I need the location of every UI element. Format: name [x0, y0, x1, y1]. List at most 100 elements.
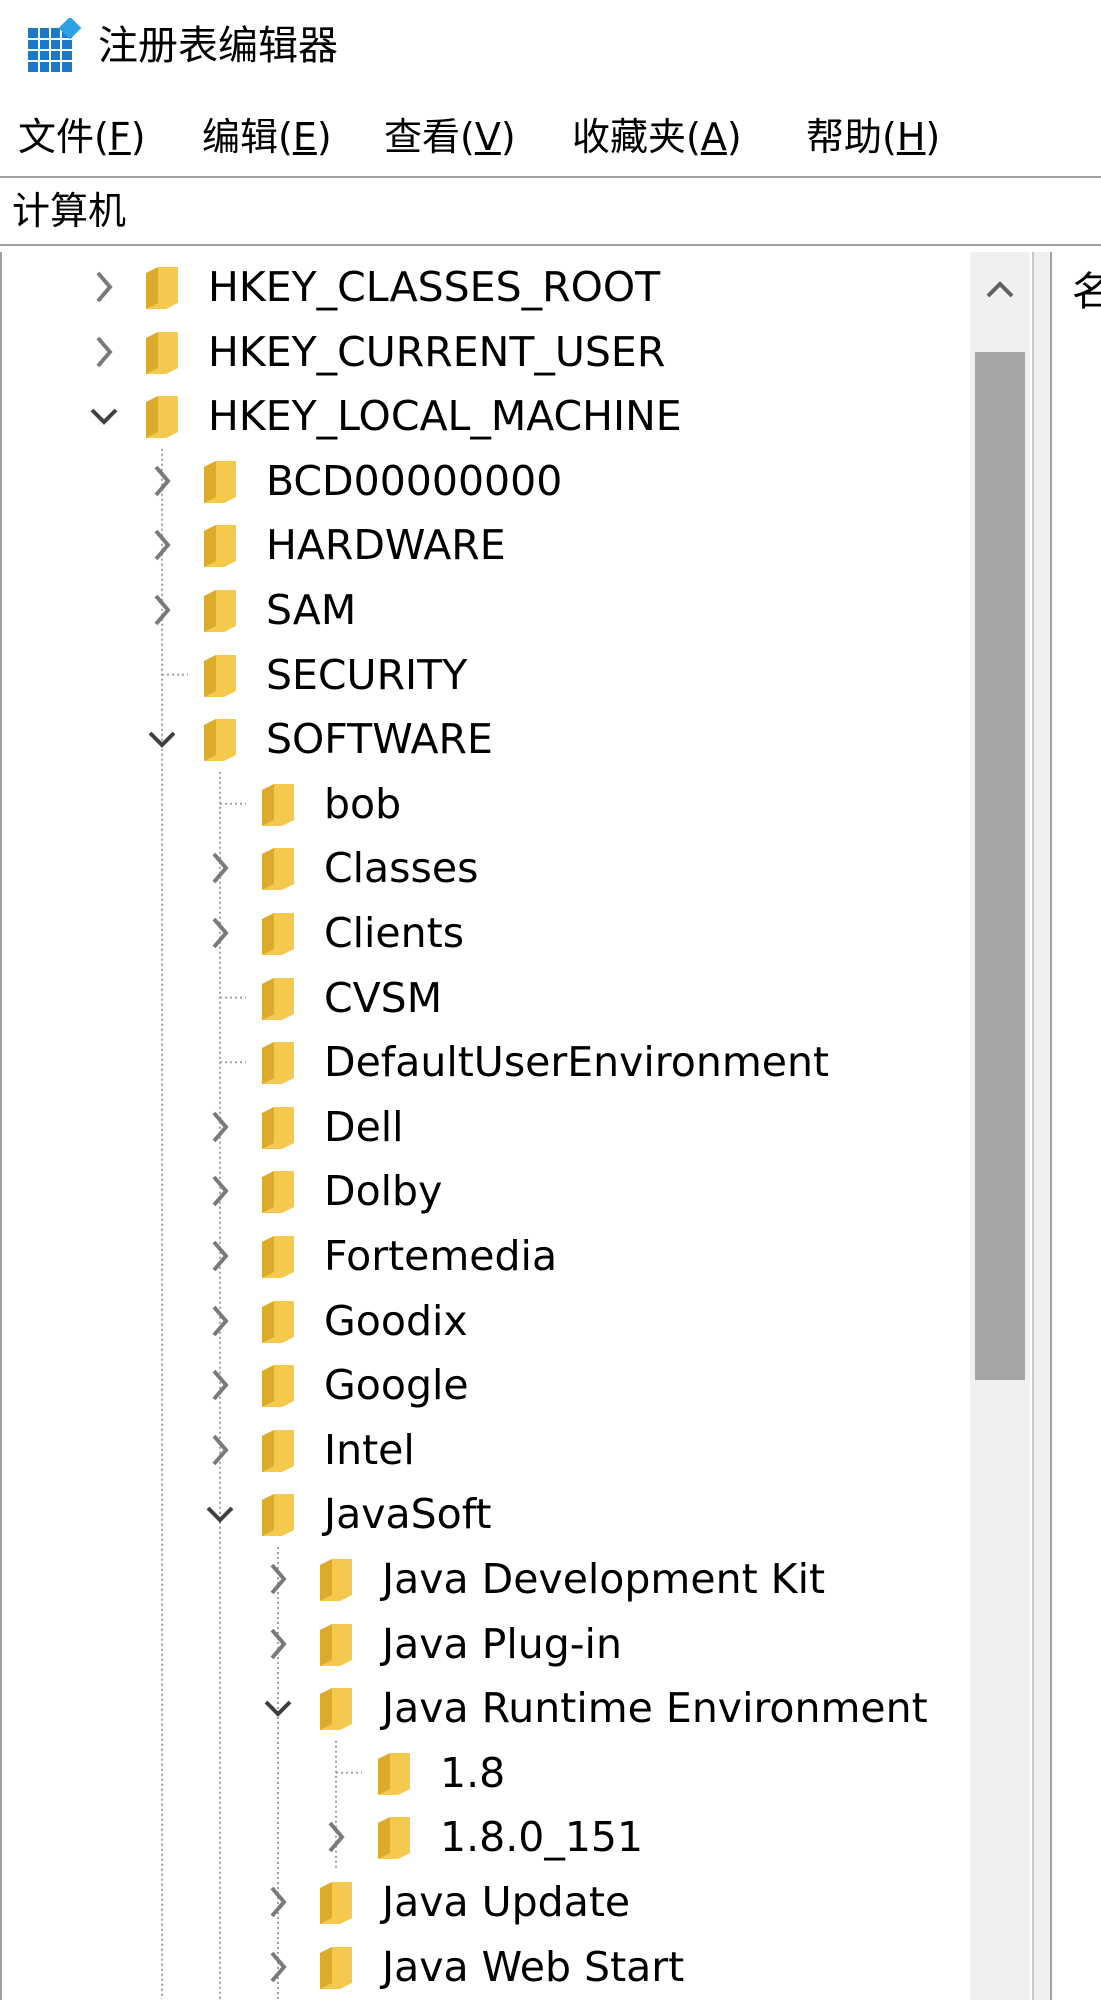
tree-node[interactable]: HKEY_CURRENT_USER: [2, 320, 972, 384]
tree-node[interactable]: 1.8.0_151: [2, 1805, 972, 1869]
tree-node-label[interactable]: BCD00000000: [266, 449, 562, 513]
tree-node-label[interactable]: Intel: [324, 1418, 415, 1482]
tree-node[interactable]: Goodix: [2, 1289, 972, 1353]
tree-node[interactable]: BCD00000000: [2, 449, 972, 513]
chevron-right-icon[interactable]: [82, 263, 126, 311]
chevron-down-icon[interactable]: [82, 392, 126, 440]
folder-icon: [258, 1169, 298, 1215]
folder-icon: [258, 911, 298, 957]
folder-icon: [258, 1105, 298, 1151]
tree-node[interactable]: HKEY_LOCAL_MACHINE: [2, 384, 972, 448]
chevron-right-icon[interactable]: [82, 328, 126, 376]
tree-node[interactable]: Java Development Kit: [2, 1547, 972, 1611]
tree-node-label[interactable]: HKEY_CLASSES_ROOT: [208, 255, 660, 319]
tree-node[interactable]: HKEY_CLASSES_ROOT: [2, 255, 972, 319]
tree-vertical-scrollbar[interactable]: [970, 252, 1030, 2000]
chevron-right-icon[interactable]: [256, 1620, 300, 1668]
tree-node[interactable]: Clients: [2, 901, 972, 965]
chevron-right-icon[interactable]: [198, 909, 242, 957]
values-pane[interactable]: 名: [1052, 252, 1101, 2000]
chevron-right-icon[interactable]: [198, 1297, 242, 1345]
tree-node[interactable]: Java Plug-in: [2, 1612, 972, 1676]
tree-node[interactable]: Java Update: [2, 1870, 972, 1934]
tree-node-label[interactable]: Classes: [324, 836, 478, 900]
tree-node-label[interactable]: SECURITY: [266, 643, 467, 707]
tree-node-label[interactable]: Fortemedia: [324, 1224, 557, 1288]
tree-node[interactable]: DefaultUserEnvironment: [2, 1030, 972, 1094]
tree-node-label[interactable]: HKEY_LOCAL_MACHINE: [208, 384, 682, 448]
address-path[interactable]: 计算机: [12, 178, 126, 244]
tree-node-label[interactable]: 1.8.0_151: [440, 1805, 643, 1869]
address-bar[interactable]: 计算机: [0, 176, 1101, 246]
chevron-right-icon[interactable]: [140, 586, 184, 634]
tree-node-label[interactable]: HARDWARE: [266, 513, 506, 577]
chevron-right-icon[interactable]: [198, 1103, 242, 1151]
tree-node[interactable]: SOFTWARE: [2, 707, 972, 771]
chevron-right-icon[interactable]: [256, 1555, 300, 1603]
chevron-right-icon[interactable]: [198, 1361, 242, 1409]
tree-node[interactable]: Google: [2, 1353, 972, 1417]
tree-node[interactable]: Java Runtime Environment: [2, 1676, 972, 1740]
chevron-right-icon[interactable]: [140, 521, 184, 569]
chevron-right-icon[interactable]: [198, 1167, 242, 1215]
menu-view[interactable]: 查看(V): [384, 104, 516, 170]
tree-node[interactable]: CVSM: [2, 966, 972, 1030]
folder-icon: [200, 523, 240, 569]
title-bar: 注册表编辑器: [0, 0, 1101, 90]
window-title: 注册表编辑器: [98, 23, 338, 69]
menu-file[interactable]: 文件(F): [18, 104, 146, 170]
tree-node[interactable]: Classes: [2, 836, 972, 900]
tree-node-label[interactable]: Dell: [324, 1095, 404, 1159]
tree-node[interactable]: Intel: [2, 1418, 972, 1482]
folder-icon: [316, 1686, 356, 1732]
column-header-name[interactable]: 名: [1072, 262, 1101, 322]
tree-node-label[interactable]: Dolby: [324, 1159, 442, 1223]
folder-icon: [142, 330, 182, 376]
chevron-down-icon[interactable]: [140, 715, 184, 763]
folder-icon: [258, 1299, 298, 1345]
tree-node[interactable]: SECURITY: [2, 643, 972, 707]
tree-node-label[interactable]: Clients: [324, 901, 464, 965]
tree-node-label[interactable]: CVSM: [324, 966, 442, 1030]
tree-node-label[interactable]: Java Update: [382, 1870, 630, 1934]
tree-node[interactable]: HARDWARE: [2, 513, 972, 577]
tree-node[interactable]: 1.8: [2, 1741, 972, 1805]
chevron-right-icon[interactable]: [198, 844, 242, 892]
folder-icon: [316, 1622, 356, 1668]
tree-node[interactable]: JavaSoft: [2, 1482, 972, 1546]
tree-node-label[interactable]: SAM: [266, 578, 356, 642]
pane-splitter[interactable]: [1032, 252, 1052, 2000]
tree-node[interactable]: Java Web Start: [2, 1935, 972, 1999]
tree-node-label[interactable]: Java Plug-in: [382, 1612, 622, 1676]
menu-edit[interactable]: 编辑(E): [202, 104, 332, 170]
chevron-down-icon[interactable]: [256, 1684, 300, 1732]
tree-node-label[interactable]: DefaultUserEnvironment: [324, 1030, 829, 1094]
tree-node-label[interactable]: Java Runtime Environment: [382, 1676, 928, 1740]
scroll-thumb[interactable]: [975, 352, 1025, 1380]
tree-node-label[interactable]: Goodix: [324, 1289, 468, 1353]
tree-node-label[interactable]: Java Web Start: [382, 1935, 684, 1999]
chevron-right-icon[interactable]: [314, 1813, 358, 1861]
menu-favorites[interactable]: 收藏夹(A): [572, 104, 742, 170]
menu-help[interactable]: 帮助(H): [806, 104, 940, 170]
tree-node[interactable]: Dolby: [2, 1159, 972, 1223]
scroll-up-arrow-icon[interactable]: [970, 252, 1030, 332]
tree-node-label[interactable]: Google: [324, 1353, 469, 1417]
chevron-right-icon[interactable]: [140, 457, 184, 505]
chevron-right-icon[interactable]: [198, 1426, 242, 1474]
chevron-right-icon[interactable]: [198, 1232, 242, 1280]
tree-node-label[interactable]: SOFTWARE: [266, 707, 493, 771]
chevron-right-icon[interactable]: [256, 1878, 300, 1926]
registry-tree[interactable]: HKEY_CLASSES_ROOT HKEY_CURRENT_USER HKEY_L…: [0, 252, 1034, 2000]
tree-node-label[interactable]: JavaSoft: [324, 1482, 492, 1546]
tree-node[interactable]: Fortemedia: [2, 1224, 972, 1288]
tree-node-label[interactable]: Java Development Kit: [382, 1547, 825, 1611]
chevron-down-icon[interactable]: [198, 1490, 242, 1538]
tree-node-label[interactable]: bob: [324, 772, 401, 836]
chevron-right-icon[interactable]: [256, 1943, 300, 1991]
tree-node[interactable]: SAM: [2, 578, 972, 642]
tree-node[interactable]: bob: [2, 772, 972, 836]
tree-node-label[interactable]: HKEY_CURRENT_USER: [208, 320, 665, 384]
tree-node-label[interactable]: 1.8: [440, 1741, 505, 1805]
tree-node[interactable]: Dell: [2, 1095, 972, 1159]
